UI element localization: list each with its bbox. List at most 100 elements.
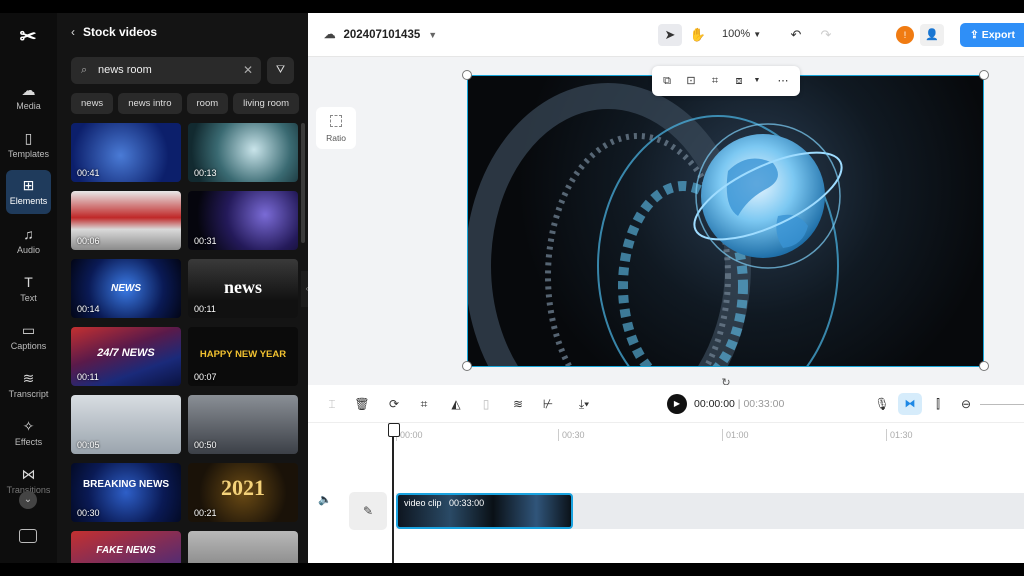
invite-user-button[interactable]: 👤 xyxy=(920,24,944,46)
video-thumbnail[interactable]: 00:31 xyxy=(188,191,298,250)
search-icon: ⌕ xyxy=(81,64,88,76)
rail-item-audio[interactable]: ♫ Audio xyxy=(6,219,51,263)
video-preview[interactable] xyxy=(467,75,984,367)
layer-icon[interactable]: ⧈ xyxy=(730,72,748,90)
adjust-icon[interactable]: ≋ xyxy=(508,394,528,414)
resize-handle[interactable] xyxy=(979,70,989,80)
split-view-icon[interactable]: ⫿ xyxy=(928,394,948,414)
rail-item-label: Text xyxy=(20,293,37,303)
transcript-icon: ≋ xyxy=(22,370,35,386)
thumbnail-caption: 2021 xyxy=(221,475,265,500)
ruler-tick: 01:30 xyxy=(886,429,913,441)
select-tool-button[interactable]: ➤ xyxy=(658,24,682,46)
chip[interactable]: living room xyxy=(233,93,300,114)
chip[interactable]: news xyxy=(71,93,114,114)
more-icon[interactable]: ⋯ xyxy=(774,72,792,90)
ruler-tick: 01:00 xyxy=(722,429,749,441)
video-thumbnail[interactable]: 00:13 xyxy=(188,123,298,182)
rail-item-transcript[interactable]: ≋ Transcript xyxy=(6,363,51,407)
freeze-icon[interactable]: ⊬ xyxy=(538,394,558,414)
crop-icon[interactable]: ⌗ xyxy=(706,72,724,90)
add-user-icon: 👤 xyxy=(925,29,939,41)
undo-button[interactable]: ↶ xyxy=(784,24,808,46)
current-time: 00:00:00 xyxy=(694,398,735,410)
video-clip[interactable]: video clip 00:33:00 xyxy=(396,493,573,529)
clip-name: video clip xyxy=(404,498,442,508)
video-thumbnail[interactable]: 00:41 xyxy=(71,123,181,182)
replace-icon[interactable]: ⧉ xyxy=(658,72,676,90)
download-icon[interactable]: ⤓▾ xyxy=(570,394,598,414)
video-thumbnail[interactable]: FAKE NEWS xyxy=(71,531,181,563)
crop-icon[interactable]: ⌗ xyxy=(414,394,434,414)
clip-duration: 00:33:00 xyxy=(449,498,485,508)
redo-button[interactable]: ↷ xyxy=(814,24,838,46)
video-thumbnail[interactable]: 00:05 xyxy=(71,395,181,454)
ruler-tick: 00:30 xyxy=(558,429,585,441)
keyboard-icon[interactable] xyxy=(19,529,37,543)
back-arrow-icon[interactable]: ‹ xyxy=(71,25,75,39)
video-thumbnail[interactable]: HAPPY NEW YEAR 00:07 xyxy=(188,327,298,386)
filter-button[interactable]: ⛛ xyxy=(267,57,294,84)
play-button[interactable]: ▶ xyxy=(667,394,687,414)
video-thumbnail[interactable]: 24/7 NEWS 00:11 xyxy=(71,327,181,386)
timeline-zoom-slider[interactable] xyxy=(980,404,1024,405)
upload-icon: ⇪ xyxy=(970,29,982,41)
chip[interactable]: news intro xyxy=(118,93,182,114)
search-value: news room xyxy=(98,64,152,76)
editor-area: ☁ 202407101435 ▼ ➤ ✋ 100% ▼ ↶ ↷ ! 👤 ⇪ Expo… xyxy=(308,13,1024,563)
rail-item-label: Media xyxy=(16,101,41,111)
rail-item-effects[interactable]: ✧ Effects xyxy=(6,411,51,455)
clear-search-icon[interactable]: ✕ xyxy=(243,57,253,84)
delete-icon[interactable]: 🗑 xyxy=(352,394,372,414)
chevron-down-icon[interactable]: ▼ xyxy=(748,72,766,90)
duration-label: 00:11 xyxy=(194,304,216,314)
rail-item-label: Templates xyxy=(7,149,50,159)
video-thumbnail[interactable]: NEWS 00:14 xyxy=(71,259,181,318)
cloud-icon: ☁ xyxy=(324,29,336,41)
avatar[interactable]: ! xyxy=(896,26,914,44)
timeline: ⌶ 🗑 ⟳ ⌗ ◭ ▯ ≋ ⊬ ⤓▾ ▶ 00:00:00 | 00:33:00… xyxy=(308,385,1024,563)
snap-toggle[interactable]: ⧓ xyxy=(898,393,922,415)
speed-icon[interactable]: ⟳ xyxy=(384,394,404,414)
edit-cover-button[interactable]: ✎ xyxy=(349,492,387,530)
rail-expand-button[interactable]: ⌄ xyxy=(19,491,37,509)
rail-item-captions[interactable]: ▭ Captions xyxy=(6,315,51,359)
panel-scrollbar[interactable] xyxy=(301,123,305,243)
suggestion-chips: news news intro room living room xyxy=(71,93,308,115)
video-thumbnail[interactable]: 2021 00:21 xyxy=(188,463,298,522)
rail-item-text[interactable]: T Text xyxy=(6,267,51,311)
resize-handle[interactable] xyxy=(979,361,989,371)
search-input[interactable]: ⌕ news room ✕ xyxy=(71,57,261,84)
project-title[interactable]: ☁ 202407101435 ▼ xyxy=(324,27,437,41)
pencil-icon: ✎ xyxy=(362,504,374,518)
app-logo[interactable]: ✂ xyxy=(16,25,40,49)
zoom-dropdown[interactable]: 100% ▼ xyxy=(722,28,761,40)
chip[interactable]: room xyxy=(186,93,229,114)
thumbnail-caption: news xyxy=(223,277,262,297)
split-icon[interactable]: ⌶ xyxy=(322,394,342,414)
video-thumbnail[interactable] xyxy=(188,531,298,563)
video-thumbnail[interactable]: 00:50 xyxy=(188,395,298,454)
mask-icon[interactable]: ▯ xyxy=(476,394,496,414)
rail-item-templates[interactable]: ▯ Templates xyxy=(6,123,51,167)
ratio-icon xyxy=(330,115,342,127)
zoom-out-icon[interactable]: ⊖ xyxy=(956,394,976,414)
fit-icon[interactable]: ⊡ xyxy=(682,72,700,90)
panel-title: Stock videos xyxy=(83,25,158,39)
volume-icon[interactable]: 🔈 xyxy=(318,493,332,506)
video-thumbnail[interactable]: BREAKING NEWS 00:30 xyxy=(71,463,181,522)
rail-item-elements[interactable]: ⊞ Elements xyxy=(6,170,51,214)
microphone-icon[interactable]: 🎙 xyxy=(872,394,892,414)
video-thumbnail[interactable]: news 00:11 xyxy=(188,259,298,318)
hand-tool-button[interactable]: ✋ xyxy=(686,24,710,46)
resize-handle[interactable] xyxy=(462,70,472,80)
flip-icon[interactable]: ◭ xyxy=(446,394,466,414)
zoom-level: 100% xyxy=(722,28,751,40)
rail-item-media[interactable]: ☁ Media xyxy=(6,75,51,119)
export-button[interactable]: ⇪ Export xyxy=(960,23,1024,47)
ratio-button[interactable]: Ratio xyxy=(316,107,356,149)
resize-handle[interactable] xyxy=(462,361,472,371)
video-thumbnail[interactable]: 00:06 xyxy=(71,191,181,250)
playhead[interactable] xyxy=(388,423,400,563)
duration-label: 00:41 xyxy=(77,168,100,178)
